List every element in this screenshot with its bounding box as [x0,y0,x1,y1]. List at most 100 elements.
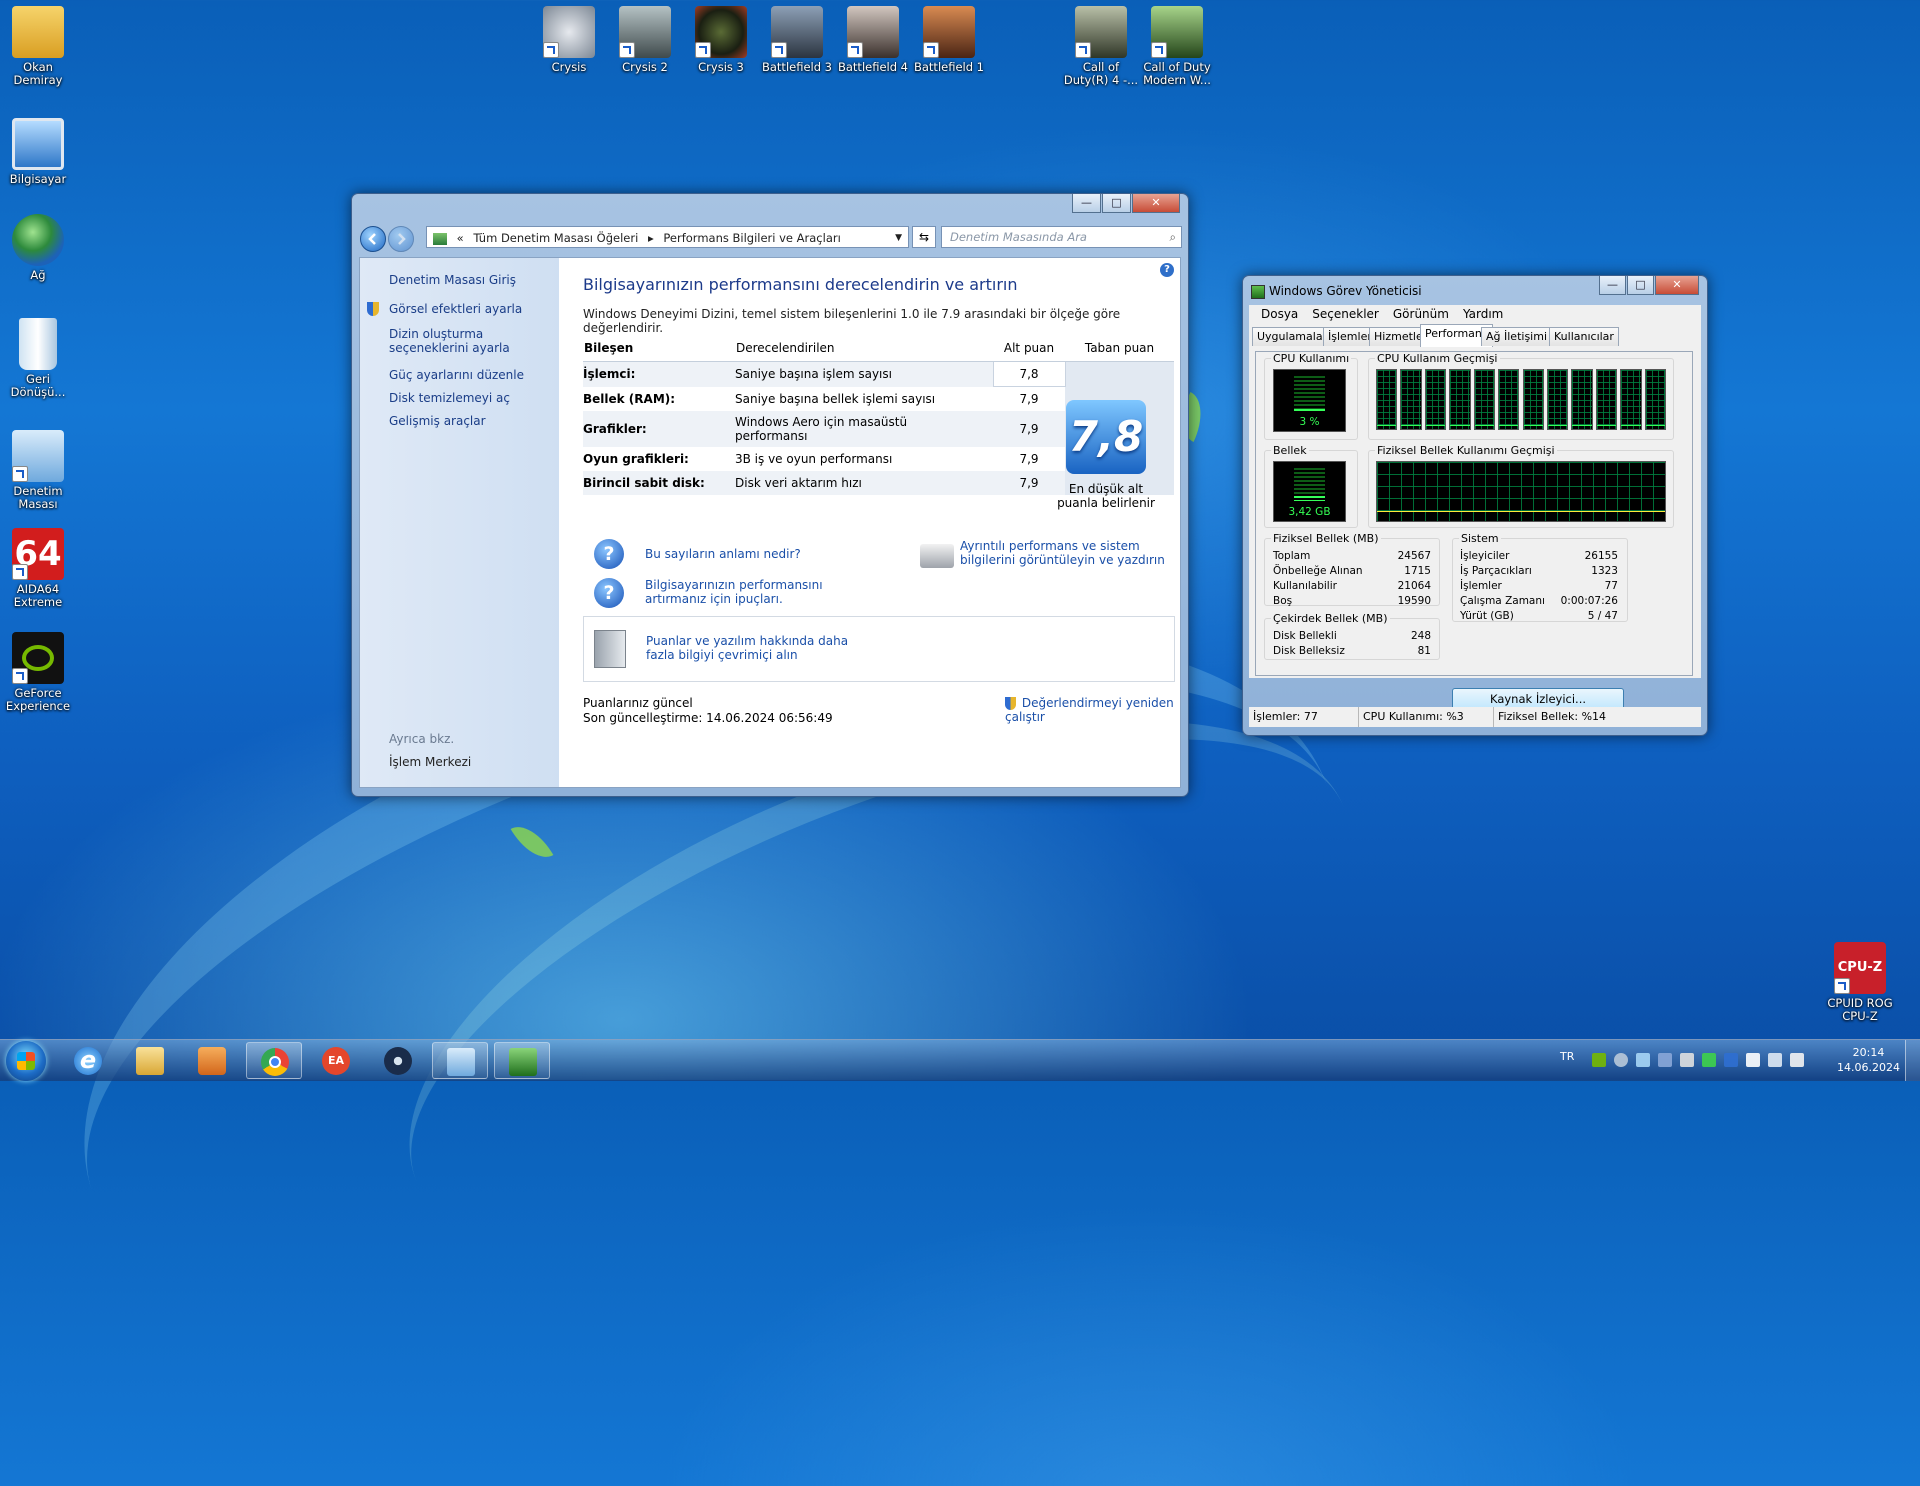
tab-strip: Uygulamalar İşlemler Hizmetler Performan… [1249,323,1701,347]
menu-view[interactable]: Görünüm [1393,305,1449,323]
breadcrumb-item[interactable]: Tüm Denetim Masası Öğeleri [473,231,638,245]
desktop-icon-user-folder[interactable]: Okan Demiray [0,6,76,87]
status-physical-memory: Fiziksel Bellek: %14 [1498,710,1607,723]
system-title: Sistem [1461,532,1499,545]
minimize-button[interactable]: — [1072,194,1101,213]
taskbar-button-explorer[interactable] [122,1042,178,1079]
cpu-tray-icon[interactable] [1680,1053,1694,1067]
sidebar-link-indexing[interactable]: Dizin oluşturma seçeneklerini ayarla [389,327,554,355]
link-what-scores-mean[interactable]: Bu sayıların anlamı nedir? [645,547,801,561]
sidebar-link-disk-cleanup[interactable]: Disk temizlemeyi aç [389,391,554,405]
desktop-icon-crysis[interactable]: Crysis [531,6,607,74]
show-desktop-button[interactable] [1905,1040,1920,1081]
cpu-history-graphs [1376,369,1666,430]
search-input[interactable]: Denetim Masasında Ara ⌕ [941,226,1182,248]
sidebar-link-advanced-tools[interactable]: Gelişmiş araçlar [389,414,554,428]
volume-tray-icon[interactable] [1790,1053,1804,1067]
desktop-icon-label: Crysis 2 [622,60,668,74]
taskbar-button-media-player[interactable] [184,1042,240,1079]
stat-row: Önbelleğe Alınan 1715 [1273,564,1431,579]
link-detailed-info[interactable]: Ayrıntılı performans ve sistem bilgileri… [960,539,1175,567]
aida64-icon: 64 [12,528,64,580]
close-button[interactable]: ✕ [1655,276,1699,295]
help-icon[interactable]: ? [1160,263,1174,277]
link-more-online[interactable]: Puanlar ve yazılım hakkında daha fazla b… [646,634,861,662]
tab-networking[interactable]: Ağ İletişimi [1481,327,1552,346]
rerun-assessment-link[interactable]: Değerlendirmeyi yeniden çalıştır [1005,696,1180,724]
cpu-core-history-graph [1595,369,1618,430]
tab-users[interactable]: Kullanıcılar [1549,327,1619,346]
desktop-icon-computer[interactable]: Bilgisayar [0,118,76,186]
desktop-icon-control-panel[interactable]: Denetim Masası [0,430,76,511]
desktop-icon-battlefield-4[interactable]: Battlefield 4 [835,6,911,74]
desktop-icon-cpuz[interactable]: CPU-Z CPUID ROG CPU-Z [1822,942,1898,1023]
breadcrumb-prefix[interactable]: « [457,231,464,245]
task-manager-app-icon [1251,285,1265,299]
menu-file[interactable]: Dosya [1261,305,1298,323]
search-icon[interactable]: ⌕ [1170,227,1176,247]
desktop-icon-battlefield-3[interactable]: Battlefield 3 [759,6,835,74]
shortcut-arrow-icon [847,42,863,58]
breadcrumb-item[interactable]: Performans Bilgileri ve Araçları [663,231,840,245]
status-processes: İşlemler: 77 [1249,707,1359,727]
monitor-tray-icon[interactable] [1658,1053,1672,1067]
taskbar-button-steam[interactable] [370,1042,426,1079]
bluetooth-tray-icon[interactable] [1724,1053,1738,1067]
shield-icon [1005,697,1016,710]
desktop-icon-crysis-3[interactable]: Crysis 3 [683,6,759,74]
menu-help[interactable]: Yardım [1463,305,1503,323]
app-tray-icon[interactable] [1636,1053,1650,1067]
stat-label: İş Parçacıkları [1460,565,1532,577]
taskbar-button-chrome[interactable] [246,1042,302,1079]
minimize-button[interactable]: — [1599,276,1626,295]
computer-icon [12,118,64,170]
desktop-icon-battlefield-1[interactable]: Battlefield 1 [911,6,987,74]
component-name: İşlemci: [583,361,735,387]
performance-control-panel-window[interactable]: — □ ✕ « Tüm Denetim Masası Öğeleri ▸ Per… [351,193,1189,797]
start-button[interactable] [6,1041,46,1081]
sidebar-link-action-center[interactable]: İşlem Merkezi [389,755,554,769]
desktop-icon-aida64[interactable]: 64 AIDA64 Extreme [0,528,76,609]
task-manager-window[interactable]: Windows Görev Yöneticisi — □ ✕ Dosya Seç… [1242,275,1708,736]
desktop-icon-label: Ağ [30,268,46,282]
sidebar-link-power[interactable]: Güç ayarlarını düzenle [389,368,554,382]
network-tray-icon[interactable] [1768,1053,1782,1067]
chrome-icon [261,1048,289,1076]
sidebar-link-home[interactable]: Denetim Masası Giriş [389,273,554,287]
language-indicator[interactable]: TR [1560,1050,1574,1063]
desktop-icon-cod-mw2[interactable]: Call of Duty Modern W... [1139,6,1215,87]
maximize-button[interactable]: □ [1102,194,1131,213]
memory-usage-value: 3,42 GB [1288,506,1331,518]
column-header: Derecelendirilen [735,335,993,362]
link-performance-tips[interactable]: Bilgisayarınızın performansını artırmanı… [645,578,870,606]
battery-tray-icon[interactable] [1702,1053,1716,1067]
component-name: Oyun grafikleri: [583,452,689,466]
desktop-icon-crysis-2[interactable]: Crysis 2 [607,6,683,74]
taskbar-button-ie[interactable]: e [60,1042,116,1079]
crysis3-icon [695,6,747,58]
address-bar[interactable]: « Tüm Denetim Masası Öğeleri ▸ Performan… [426,226,909,248]
taskbar-button-ea[interactable]: EA [308,1042,364,1079]
dropdown-arrow-icon[interactable]: ▼ [895,227,902,249]
cpu-core-history-graph [1522,369,1544,430]
steam-tray-icon[interactable] [1614,1053,1628,1067]
sidebar-link-visual-effects[interactable]: Görsel efektleri ayarla [367,302,554,316]
desktop-icon-network[interactable]: Ağ [0,214,76,282]
tab-applications[interactable]: Uygulamalar [1252,327,1333,346]
stat-label: Disk Bellekli [1273,630,1337,642]
flag-tray-icon[interactable] [1746,1053,1760,1067]
close-button[interactable]: ✕ [1132,194,1180,213]
clock[interactable]: 20:14 14.06.2024 [1837,1045,1900,1075]
nvidia-tray-icon[interactable] [1592,1053,1606,1067]
desktop-icon-recycle-bin[interactable]: Geri Dönüşü... [0,318,76,399]
stat-label: İşlemler [1460,580,1502,592]
desktop-icon-geforce[interactable]: GeForce Experience [0,632,76,713]
desktop-icon-cod4[interactable]: Call of Duty(R) 4 -... [1063,6,1139,87]
refresh-button[interactable]: ⇆ [912,226,936,248]
back-button[interactable] [360,226,386,252]
maximize-button[interactable]: □ [1627,276,1654,295]
menu-options[interactable]: Seçenekler [1312,305,1379,323]
taskbar-button-task-manager[interactable] [494,1042,550,1079]
taskbar-button-control-panel[interactable] [432,1042,488,1079]
forward-button[interactable] [388,226,414,252]
